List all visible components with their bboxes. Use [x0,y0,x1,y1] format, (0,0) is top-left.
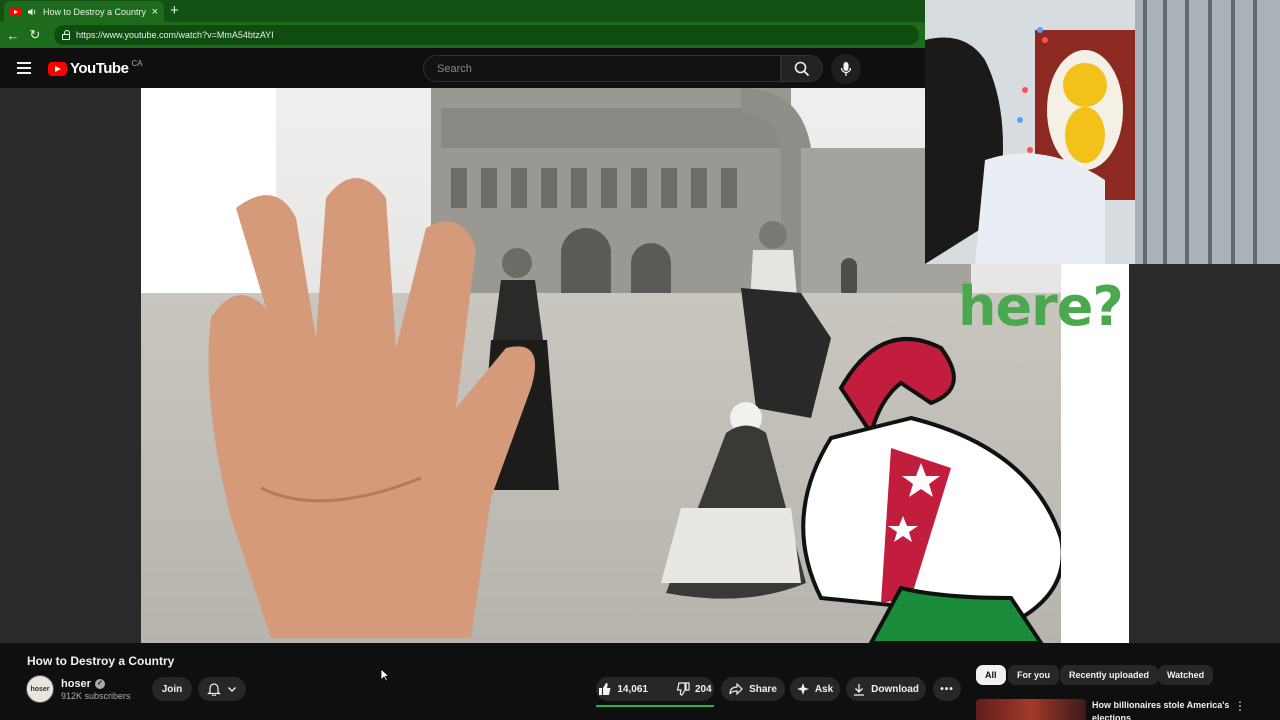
like-button[interactable]: 14,061 [590,677,656,701]
recommended-video-title[interactable]: How billionaires stole America's electio… [1092,699,1232,720]
search-input[interactable]: Search [423,55,781,82]
url-text: https://www.youtube.com/watch?v=MmA54btz… [76,30,274,40]
youtube-play-icon [48,61,67,76]
download-button[interactable]: Download [846,677,926,701]
thumbs-up-icon [599,683,611,695]
more-horizontal-icon: ••• [940,683,954,695]
download-icon [854,683,865,696]
share-label: Share [749,683,777,695]
notification-bell-button[interactable] [198,677,246,701]
ask-label: Ask [814,683,834,695]
video-title: How to Destroy a Country [27,654,175,668]
back-arrow-icon[interactable]: ← [2,28,24,43]
close-tab-icon[interactable]: × [152,6,158,18]
channel-avatar[interactable]: hoser [26,675,54,703]
youtube-favicon-icon [10,7,21,16]
microphone-icon [840,62,852,76]
channel-name-row[interactable]: hoser ✓ [61,678,105,690]
new-tab-button[interactable]: + [170,2,179,19]
voice-search-button[interactable] [831,54,861,84]
bell-icon [207,683,221,696]
channel-name[interactable]: hoser [61,678,91,690]
chip-recently-uploaded[interactable]: Recently uploaded [1060,665,1159,685]
speaker-icon[interactable] [27,7,37,17]
browser-tab[interactable]: How to Destroy a Country - × [4,1,164,22]
verified-check-icon: ✓ [94,679,105,689]
menu-icon[interactable] [17,62,31,74]
like-count: 14,061 [617,683,648,695]
more-vertical-icon[interactable]: ⋮ [1234,699,1246,713]
video-overlay-text: here? [958,275,1124,338]
thumbs-down-icon [676,682,690,696]
recommended-video-thumbnail[interactable] [976,699,1086,720]
browser-tab-strip: How to Destroy a Country - × + [0,0,925,22]
youtube-logo[interactable]: YouTube CA [48,59,143,77]
lock-icon [62,29,70,40]
search-button[interactable] [781,55,823,82]
dislike-count: 204 [694,683,712,695]
like-dislike-control: 14,061 204 [596,677,714,701]
share-icon [729,683,743,695]
chevron-down-icon [228,687,236,692]
reload-icon[interactable]: ↻ [24,27,46,43]
ask-button[interactable]: Ask [790,677,840,701]
webcam-overlay [925,0,1280,264]
join-button[interactable]: Join [152,677,192,701]
more-actions-button[interactable]: ••• [933,677,961,701]
like-ratio-bar [596,705,714,707]
address-toolbar: ← ↻ https://www.youtube.com/watch?v=MmA5… [0,22,925,48]
share-button[interactable]: Share [721,677,785,701]
tab-title: How to Destroy a Country - [43,6,146,17]
mouse-cursor-icon [380,668,390,682]
chip-for-you[interactable]: For you [1008,665,1059,685]
address-bar[interactable]: https://www.youtube.com/watch?v=MmA54btz… [54,25,919,45]
download-label: Download [871,683,919,695]
chip-all[interactable]: All [976,665,1006,685]
webcam-image [925,0,1280,264]
logo-text: YouTube [70,60,129,77]
dislike-button[interactable]: 204 [668,677,720,701]
search-icon [794,61,810,76]
youtube-header: YouTube CA Search [0,48,925,88]
sparkle-icon [796,683,809,695]
chip-watched[interactable]: Watched [1158,665,1214,685]
subscriber-count: 912K subscribers [61,691,131,701]
country-code: CA [131,59,143,68]
